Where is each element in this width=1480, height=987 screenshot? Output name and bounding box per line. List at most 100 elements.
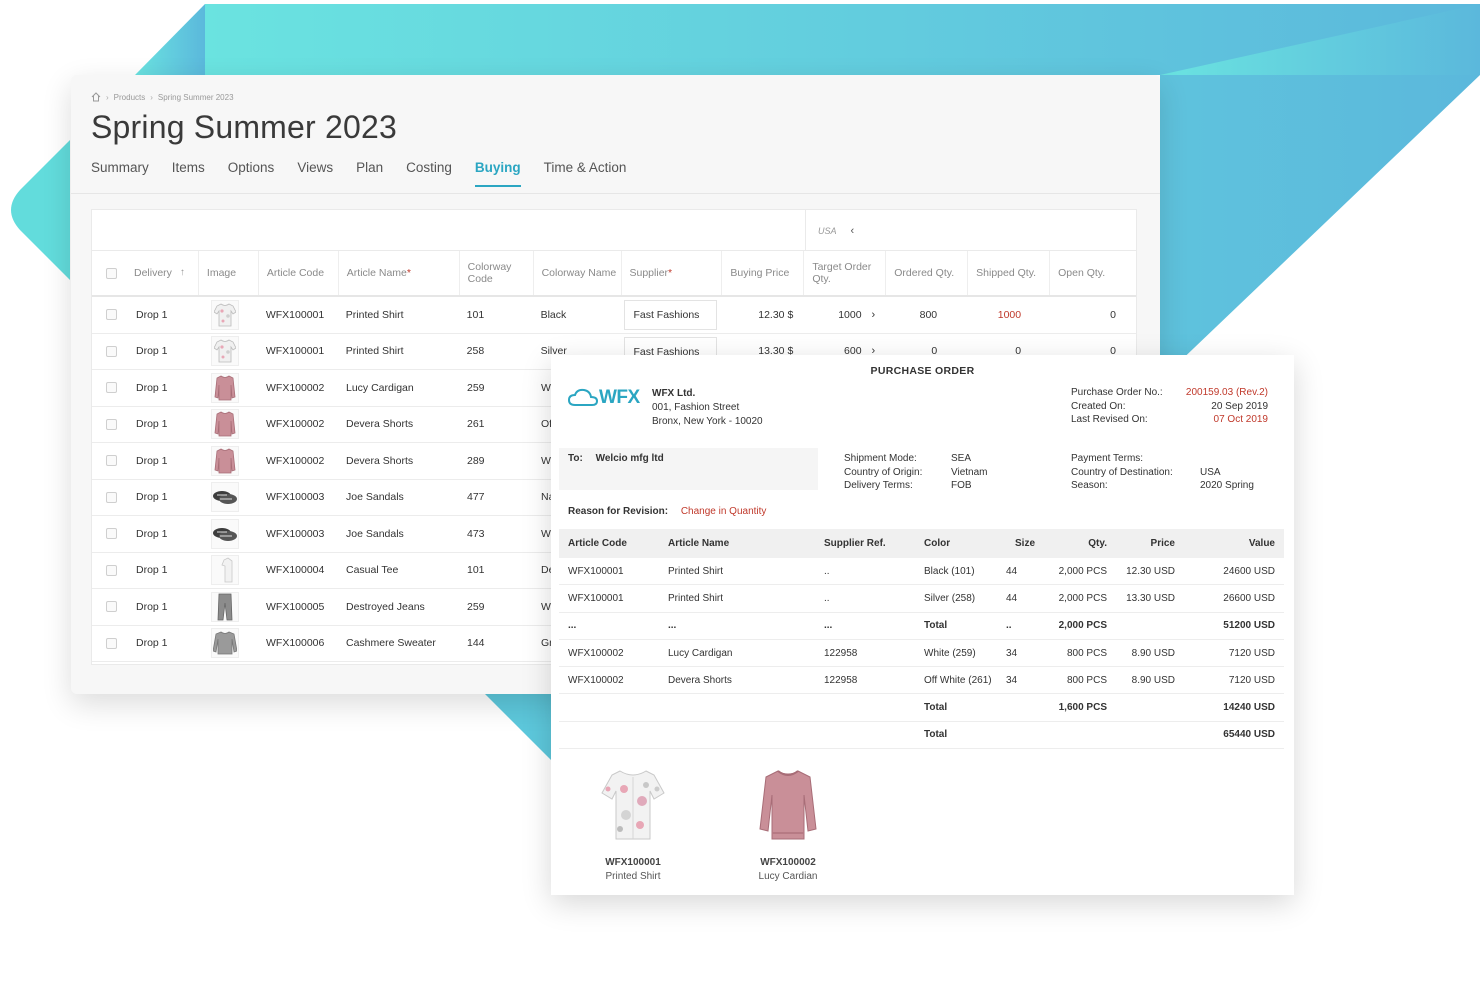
shipment-values: SEA Vietnam FOB (951, 452, 988, 493)
cell-article-name: Cashmere Sweater (346, 637, 436, 650)
header-colorway-code[interactable]: Colorway Code (458, 251, 533, 295)
cell-supplier[interactable]: Fast Fashions (624, 300, 718, 331)
row-select-cell (92, 370, 126, 406)
sandals-thumbnail[interactable] (211, 518, 239, 549)
region-selector[interactable]: USA ‹ (805, 210, 1138, 251)
header-ordered-qty[interactable]: Ordered Qty. (885, 251, 967, 295)
table-row[interactable]: Drop 1 WFX100001 Printed Shirt 101 Black Fast… (92, 297, 1136, 334)
tab-summary[interactable]: Summary (91, 160, 149, 187)
po-cell-price: 12.30 USD (1126, 565, 1175, 577)
po-cell-qty: 1,600 PCS (1058, 702, 1107, 714)
po-header-size: Size (1015, 538, 1036, 549)
header-shipped-qty[interactable]: Shipped Qty. (967, 251, 1049, 295)
header-image[interactable]: Image (197, 251, 258, 295)
company-name: WFX Ltd. (652, 388, 696, 399)
created-on-value: 20 Sep 2019 (1211, 400, 1268, 412)
company-address: WFX Ltd. 001, Fashion Street Bronx, New … (652, 387, 763, 429)
po-item-card[interactable]: WFX100002 Lucy Cardian (753, 765, 823, 882)
tab-items[interactable]: Items (172, 160, 205, 187)
grid-toolbar: USA ‹ (92, 210, 1136, 251)
po-cell-price: 8.90 USD (1131, 647, 1175, 659)
row-checkbox[interactable] (106, 418, 117, 430)
country-destination-label: Country of Destination: (1071, 466, 1173, 478)
po-item-code: WFX100001 (605, 857, 661, 868)
cell-target-qty[interactable]: 1000 › (803, 297, 885, 333)
cell-delivery: Drop 1 (136, 418, 168, 431)
cardigan-thumbnail[interactable] (211, 445, 239, 476)
page-header: › Products › Spring Summer 2023 Spring S… (71, 75, 1160, 194)
header-delivery-label: Delivery (133, 266, 172, 279)
po-item-card[interactable]: WFX100001 Printed Shirt (598, 765, 668, 882)
row-checkbox[interactable] (106, 345, 117, 357)
delivery-terms-value: FOB (951, 480, 972, 492)
cell-buying-price[interactable]: 12.30 $ (721, 297, 803, 333)
breadcrumb-current[interactable]: Spring Summer 2023 (158, 93, 234, 102)
chevron-left-icon[interactable]: ‹ (851, 225, 855, 237)
chevron-right-icon[interactable]: › (872, 309, 876, 321)
row-checkbox[interactable] (106, 309, 117, 321)
po-line-row: WFX100002 Devera Shorts 122958 Off White (2… (559, 667, 1284, 695)
cell-delivery: Drop 1 (136, 527, 168, 540)
home-icon[interactable] (91, 92, 101, 102)
breadcrumb: › Products › Spring Summer 2023 (91, 91, 1140, 103)
tab-buying[interactable]: Buying (474, 160, 521, 187)
country-origin-label: Country of Origin: (844, 466, 923, 478)
cell-colorway-code: 258 (466, 345, 485, 358)
row-checkbox[interactable] (106, 564, 117, 576)
breadcrumb-products[interactable]: Products (114, 93, 146, 102)
sort-ascending-icon[interactable]: ↑ (180, 267, 185, 279)
tab-options[interactable]: Options (228, 160, 275, 187)
row-checkbox[interactable] (106, 601, 117, 613)
row-select-cell (92, 516, 126, 552)
reason-label: Reason for Revision: (568, 506, 669, 517)
po-cell-color: White (259) (924, 647, 976, 659)
po-header-price: Price (1150, 538, 1175, 549)
cardigan-thumbnail[interactable] (211, 372, 239, 403)
header-supplier[interactable]: Supplier * (620, 251, 722, 295)
row-checkbox[interactable] (106, 382, 117, 394)
cell-article-name: Printed Shirt (345, 308, 404, 321)
jeans-thumbnail[interactable] (211, 591, 239, 622)
tab-views[interactable]: Views (297, 160, 333, 187)
po-cell-qty: 800 PCS (1066, 647, 1107, 659)
tab-costing[interactable]: Costing (406, 160, 452, 187)
last-revised-label: Last Revised On: (1071, 414, 1148, 426)
po-cell-qty: 2,000 PCS (1058, 620, 1107, 632)
header-article-code[interactable]: Article Code (257, 251, 338, 295)
to-value: Welcio mfg ltd (595, 453, 664, 464)
po-total-row: Total 1,600 PCS 14240 USD (559, 694, 1284, 722)
cell-image (198, 334, 258, 370)
cell-delivery: Drop 1 (136, 454, 168, 467)
select-all-checkbox[interactable] (106, 267, 117, 279)
row-checkbox[interactable] (106, 528, 117, 540)
cell-image (198, 480, 258, 516)
po-cell-price: 8.90 USD (1131, 674, 1175, 686)
po-cell-value: 65440 USD (1223, 729, 1275, 741)
tab-time-action[interactable]: Time & Action (544, 160, 627, 187)
header-delivery[interactable]: Delivery ↑ (126, 251, 198, 295)
row-checkbox[interactable] (106, 455, 117, 467)
tab-plan[interactable]: Plan (356, 160, 383, 187)
shirt-thumbnail[interactable] (210, 299, 239, 330)
sweater-thumbnail[interactable] (211, 628, 239, 659)
po-line-row: WFX100001 Printed Shirt.. Black (101) 44 2,0… (559, 558, 1284, 586)
logo-text: WFX (599, 387, 640, 408)
address-line-2: Bronx, New York - 10020 (652, 416, 763, 427)
header-buying-price[interactable]: Buying Price (721, 251, 803, 295)
shirt-thumbnail[interactable] (210, 336, 239, 367)
row-checkbox[interactable] (106, 637, 117, 649)
tee-thumbnail[interactable] (211, 555, 239, 586)
po-cell-size: 34 (1006, 647, 1018, 659)
po-header-qty: Qty. (1088, 538, 1107, 549)
cell-article-code: WFX100002 (266, 381, 325, 394)
cell-delivery: Drop 1 (136, 600, 168, 613)
header-open-qty[interactable]: Open Qty. (1049, 251, 1136, 295)
to-label: To: (568, 453, 583, 464)
row-checkbox[interactable] (106, 491, 117, 503)
cardigan-thumbnail[interactable] (211, 409, 239, 440)
sandals-thumbnail[interactable] (211, 482, 239, 513)
header-article-name[interactable]: Article Name * (337, 251, 459, 295)
header-target-qty[interactable]: Target Order Qty. (803, 251, 885, 295)
row-select-cell (92, 553, 126, 589)
header-colorway-name[interactable]: Colorway Name (532, 251, 621, 295)
